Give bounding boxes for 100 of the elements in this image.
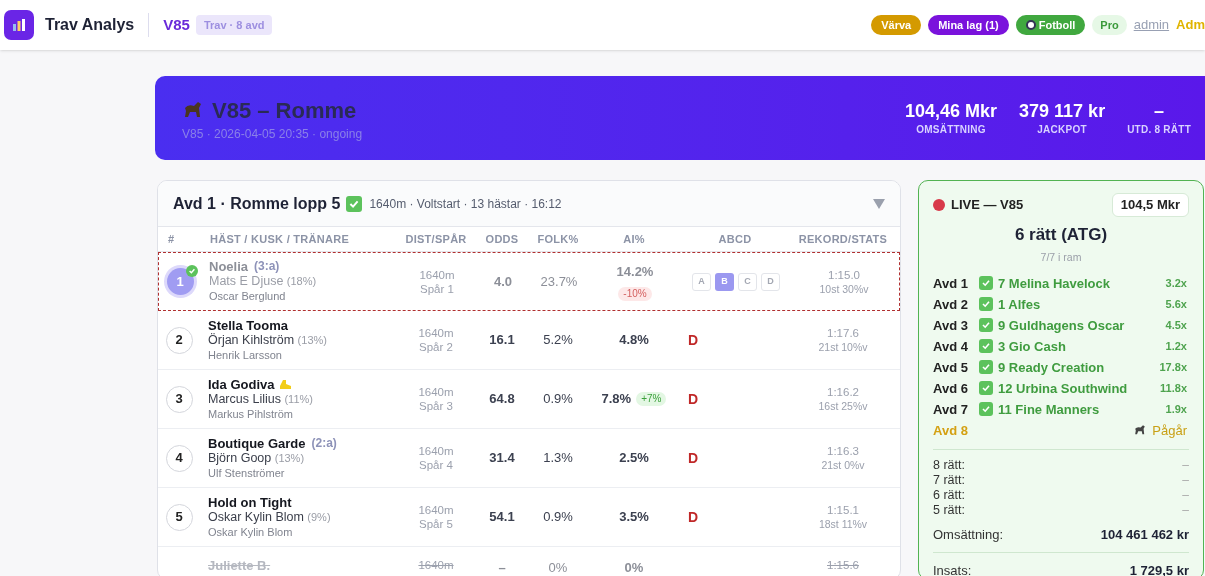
turnover-label: Omsättning: bbox=[933, 525, 1004, 544]
abcd-grade: D bbox=[688, 448, 699, 468]
abcd-option[interactable]: C bbox=[738, 272, 757, 291]
stat-value: 104,46 Mkr bbox=[904, 99, 998, 122]
abcd-option[interactable]: A bbox=[692, 272, 711, 291]
payout-label: 7 rätt: bbox=[933, 472, 965, 488]
leg-winner: 7 Melina Havelock bbox=[998, 274, 1110, 293]
race-meta: 1640m · Voltstart · 13 hästar · 16:12 bbox=[369, 195, 562, 213]
public-percent-cell-text: 0% bbox=[547, 559, 569, 576]
horse-age: (3:a) bbox=[254, 259, 280, 274]
nav-button[interactable]: Mina lag (1) bbox=[928, 15, 1009, 35]
trainer-name: Ulf Stenströmer bbox=[208, 465, 286, 481]
post-position: Spår 3 bbox=[419, 399, 453, 413]
driver-name: Oskar Kylin Blom (9%) bbox=[208, 509, 332, 525]
start-stats: 16st 25%v bbox=[818, 399, 868, 413]
leg-label: Avd 5 bbox=[933, 358, 969, 377]
start-stats: 18st 11%v bbox=[818, 517, 868, 531]
post-position: Spår 1 bbox=[420, 281, 454, 296]
start-stats: 21st 10%v bbox=[818, 340, 868, 354]
driver-name: Mats E Djuse (18%) bbox=[209, 274, 318, 289]
payout-value: – bbox=[1182, 487, 1189, 503]
winner-odds: 1.9x bbox=[1165, 402, 1187, 417]
payout-value: – bbox=[1182, 457, 1189, 473]
column-header: FOLK% bbox=[536, 231, 580, 247]
horse-name: Juliette B. bbox=[208, 558, 271, 573]
column-header: DIST/SPÅR bbox=[404, 231, 468, 247]
ai-percent: 7.8% bbox=[601, 390, 632, 409]
column-header: HÄST / KUSK / TRÄNARE bbox=[209, 231, 350, 247]
result-subtitle: 7/7 i ram bbox=[1040, 250, 1082, 265]
leg-label: Avd 2 bbox=[933, 295, 969, 314]
abcd-grade: D bbox=[688, 389, 699, 409]
ai-percent: 2.5% bbox=[619, 449, 649, 468]
odds-cell-text: 31.4 bbox=[488, 449, 516, 468]
nav-button[interactable]: Värva bbox=[871, 15, 922, 35]
checkbox-icon bbox=[979, 360, 993, 375]
ai-percent: 3.5% bbox=[619, 508, 649, 527]
record-time: 1:17.6 bbox=[827, 326, 859, 340]
leg-winner: 1 Alfes bbox=[998, 295, 1041, 314]
leg-winner: 3 Gio Cash bbox=[998, 337, 1066, 356]
game-tag: Trav · 8 avd bbox=[195, 14, 273, 36]
collapse-toggle-icon[interactable] bbox=[873, 198, 885, 209]
post-position: Spår 5 bbox=[419, 517, 453, 531]
winner-odds: 3.2x bbox=[1165, 276, 1187, 291]
abcd-option[interactable]: D bbox=[761, 272, 780, 291]
record-time: 1:15.6 bbox=[827, 558, 859, 572]
column-header: AI% bbox=[622, 231, 646, 247]
horse-icon bbox=[182, 100, 204, 120]
turnover-value: 104 461 462 kr bbox=[1100, 525, 1189, 544]
payout-value: – bbox=[1182, 502, 1189, 518]
public-percent-cell-text: 0.9% bbox=[542, 390, 574, 409]
start-stats: 10st 30%v bbox=[819, 281, 869, 296]
abcd-option[interactable]: B bbox=[715, 272, 734, 291]
public-percent-cell-text: 23.7% bbox=[539, 272, 579, 291]
live-title: LIVE — V85 bbox=[951, 196, 1024, 214]
public-percent-cell-text: 1.3% bbox=[542, 449, 574, 468]
checkbox-icon bbox=[979, 402, 993, 417]
winner-odds: 4.5x bbox=[1165, 318, 1187, 333]
checkbox-icon bbox=[979, 318, 993, 333]
leg-label: Avd 3 bbox=[933, 316, 969, 335]
payout-label: 5 rätt: bbox=[933, 502, 965, 518]
game-name: V85 bbox=[163, 14, 190, 35]
record-time: 1:16.2 bbox=[827, 385, 859, 399]
abcd-grade: D bbox=[688, 507, 699, 527]
column-header: ODDS bbox=[484, 231, 520, 247]
nav-button[interactable]: Fotboll bbox=[1015, 15, 1086, 35]
app-title: Trav Analys bbox=[45, 15, 135, 35]
leg-label: Avd 4 bbox=[933, 337, 969, 356]
selected-row[interactable]: 1 Noelia (3:a) Mats E Djuse (18%) Oscar Berglund 1640m Spår 1 4.0 23.7% 14.2% -10% A B C D 1:15.0 10st 30%v bbox=[158, 252, 900, 311]
record-time: 1:16.3 bbox=[827, 444, 859, 458]
record-time: 1:15.0 bbox=[828, 267, 860, 282]
driver-name: Örjan Kihlström (13%) bbox=[208, 332, 328, 348]
app-logo-icon bbox=[4, 10, 34, 40]
trainer-name: Henrik Larsson bbox=[208, 347, 283, 363]
stake-label: Insats: bbox=[933, 562, 972, 576]
horse-name: Boutique Garde bbox=[208, 435, 306, 451]
driver-name: Björn Goop (13%) bbox=[208, 450, 306, 466]
checkbox-icon bbox=[979, 297, 993, 312]
odds-cell-text: – bbox=[497, 559, 507, 576]
driver-name: Marcus Lilius (11%) bbox=[208, 391, 314, 407]
result-heading: 6 rätt (ATG) bbox=[1014, 223, 1108, 246]
admin-link[interactable]: Adm bbox=[1176, 15, 1205, 35]
distance: 1640m bbox=[418, 558, 454, 572]
stat-label: UTD. 8 RÄTT bbox=[1127, 122, 1191, 137]
winner-odds: 1.2x bbox=[1165, 339, 1187, 354]
race-title: V85 – Romme bbox=[212, 96, 357, 125]
checkbox-icon bbox=[979, 276, 993, 291]
admin-link[interactable]: admin bbox=[1133, 15, 1170, 35]
odds-cell-text: 4.0 bbox=[492, 272, 514, 291]
odds-cell-text: 54.1 bbox=[488, 508, 516, 527]
ai-percent: 4.8% bbox=[619, 331, 649, 350]
horse-name: Ida Godiva bbox=[208, 376, 275, 392]
winner-odds: 5.6x bbox=[1165, 297, 1187, 312]
column-header: ABCD bbox=[717, 231, 753, 247]
horse-name: Hold on Tight bbox=[208, 494, 292, 510]
stat-value: – bbox=[1154, 99, 1165, 122]
odds-cell-text: 16.1 bbox=[488, 331, 516, 350]
odds-cell-text: 64.8 bbox=[488, 390, 516, 409]
race-subtitle: V85 · 2026-04-05 20:35 · ongoing bbox=[182, 125, 363, 143]
race-heading: Avd 1 · Romme lopp 5 bbox=[173, 193, 341, 214]
checkbox-icon bbox=[979, 381, 993, 396]
